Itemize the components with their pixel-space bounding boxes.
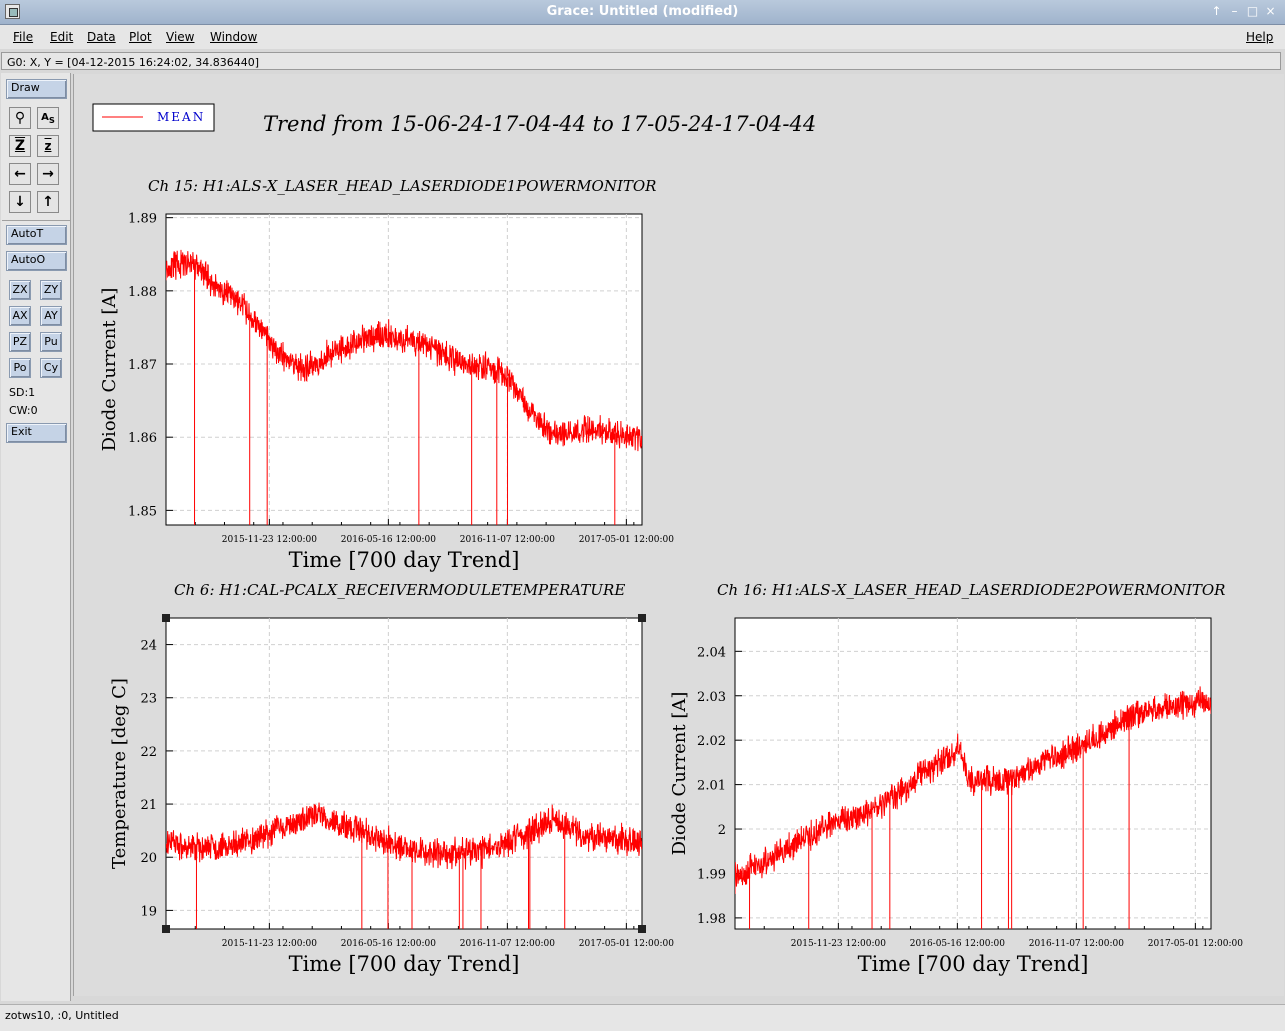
y-tick-label: 24	[140, 639, 157, 654]
y-tick-label: 1.98	[697, 912, 726, 927]
graph-ch16[interactable]: 1.98 1.99 2 2.01 2.02 2.03 2.04 2015-11-23 12:0…	[669, 581, 1243, 976]
plots-svg: MEAN Trend from 15-06-24-17-04-44 to 17-…	[92, 103, 1243, 976]
y-tick-label: 2	[718, 823, 726, 838]
y-tick-label: 1.87	[128, 358, 157, 373]
selection-handle	[638, 614, 646, 622]
chart-title: Ch 6: H1:CAL-PCALX_RECEIVERMODULETEMPERA…	[174, 581, 625, 599]
graph-ch15[interactable]: 1.85 1.86 1.87 1.88 1.89 2015-11-23 12:00:00 2…	[99, 177, 674, 572]
selection-handle	[638, 925, 646, 933]
y-tick-label: 1.89	[128, 212, 157, 227]
x-tick-label: 2017-05-01 12:00:00	[1148, 939, 1243, 949]
y-axis-label: Diode Current [A]	[99, 288, 120, 452]
x-tick-label: 2015-11-23 12:00:00	[222, 535, 317, 545]
x-tick-label: 2016-11-07 12:00:00	[460, 939, 555, 949]
graph-ch6[interactable]: 19 20 21 22 23 24 2015-11-23 12:00:00 2016-05-1…	[109, 581, 674, 976]
plot-area	[165, 617, 643, 930]
y-tick-label: 20	[140, 851, 157, 866]
y-tick-label: 1.88	[128, 285, 157, 300]
legend[interactable]: MEAN	[92, 103, 215, 132]
chart-title: Ch 15: H1:ALS-X_LASER_HEAD_LASERDIODE1PO…	[148, 177, 656, 195]
y-axis-label: Temperature [deg C]	[109, 678, 130, 869]
x-tick-label: 2015-11-23 12:00:00	[222, 939, 317, 949]
x-tick-label: 2016-05-16 12:00:00	[910, 939, 1005, 949]
y-tick-label: 22	[140, 745, 157, 760]
x-axis-label: Time [700 day Trend]	[289, 548, 520, 572]
legend-label: MEAN	[157, 110, 205, 124]
y-axis-label: Diode Current [A]	[669, 692, 690, 856]
y-tick-label: 21	[140, 798, 157, 813]
page-title: Trend from 15-06-24-17-04-44 to 17-05-24…	[263, 112, 816, 136]
y-tick-label: 2.02	[697, 734, 726, 749]
x-axis-label: Time [700 day Trend]	[858, 952, 1089, 976]
y-tick-label: 1.99	[697, 867, 726, 882]
status-bar: zotws10, :0, Untitled	[0, 1004, 1285, 1031]
y-tick-label: 2.04	[697, 645, 726, 660]
y-tick-label: 1.86	[128, 431, 157, 446]
status-text: zotws10, :0, Untitled	[5, 1009, 119, 1022]
x-tick-label: 2017-05-01 12:00:00	[579, 535, 674, 545]
plot-area	[165, 213, 643, 526]
selection-handle	[162, 614, 170, 622]
y-tick-label: 2.03	[697, 690, 726, 705]
selection-handle	[162, 925, 170, 933]
y-tick-label: 23	[140, 692, 157, 707]
y-tick-label: 1.85	[128, 504, 157, 519]
y-tick-label: 19	[140, 904, 157, 919]
x-axis-label: Time [700 day Trend]	[289, 952, 520, 976]
x-tick-label: 2017-05-01 12:00:00	[579, 939, 674, 949]
x-tick-label: 2016-05-16 12:00:00	[341, 939, 436, 949]
x-tick-label: 2015-11-23 12:00:00	[791, 939, 886, 949]
y-tick-label: 2.01	[697, 779, 726, 794]
chart-title: Ch 16: H1:ALS-X_LASER_HEAD_LASERDIODE2PO…	[717, 581, 1225, 599]
plot-area	[734, 617, 1212, 930]
x-tick-label: 2016-11-07 12:00:00	[1029, 939, 1124, 949]
x-tick-label: 2016-05-16 12:00:00	[341, 535, 436, 545]
x-tick-label: 2016-11-07 12:00:00	[460, 535, 555, 545]
